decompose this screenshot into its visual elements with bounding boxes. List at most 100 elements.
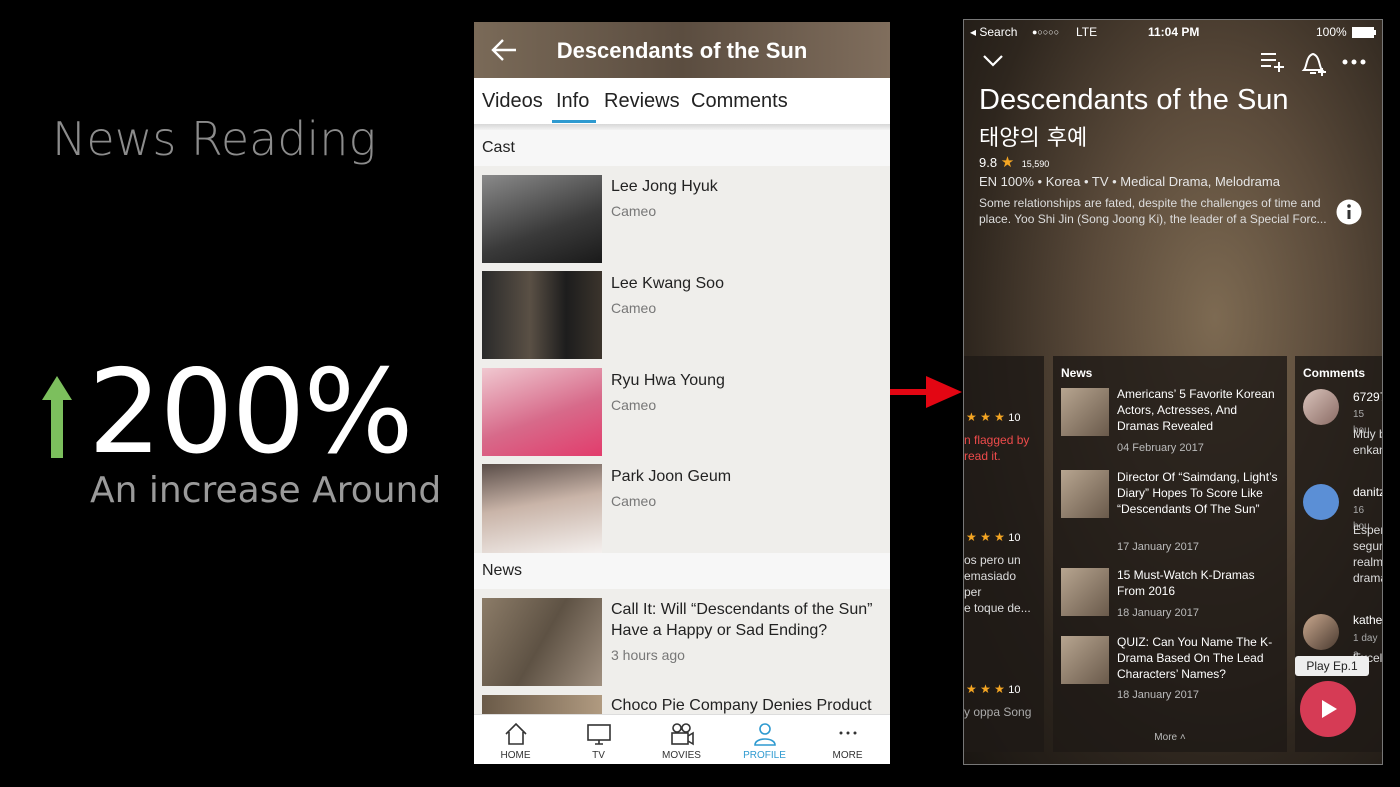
rating-value: 9.8	[979, 155, 998, 170]
collapse-chevron-icon[interactable]	[982, 54, 1004, 68]
news-thumb	[1061, 388, 1109, 436]
add-to-list-icon[interactable]	[1260, 50, 1286, 72]
new-app-screen: ◂ Search ●○○○○ LTE 11:04 PM 100% Descend…	[963, 19, 1383, 765]
play-episode-label: Play Ep.1	[1295, 656, 1369, 676]
show-title: Descendants of the Sun	[556, 38, 808, 63]
cast-role: Cameo	[611, 203, 657, 219]
news-time: 3 hours ago	[611, 647, 685, 663]
stat-caption: An increase Around	[90, 470, 442, 511]
battery-icon	[1352, 27, 1376, 38]
home-icon	[505, 722, 527, 745]
news-date: 18 January 2017	[1117, 689, 1199, 701]
review-stars: ★ ★ ★ 10	[966, 530, 1021, 544]
tab-info[interactable]: Info	[556, 90, 589, 113]
comments-card-header: Comments	[1303, 366, 1366, 380]
cast-name: Ryu Hwa Young	[611, 372, 725, 389]
profile-icon	[754, 723, 776, 746]
rating: 9.8 ★ 15,590	[979, 153, 1049, 171]
signal-strength: ●○○○○	[1032, 27, 1060, 37]
nav-profile[interactable]: PROFILE	[723, 715, 806, 764]
cast-photo	[482, 464, 602, 553]
cast-photo	[482, 175, 602, 263]
news-title: 15 Must-Watch K-Dramas From 2016	[1117, 568, 1255, 598]
nav-more[interactable]: MORE	[806, 715, 889, 764]
more-news-link[interactable]: More ˄	[1053, 732, 1287, 743]
avatar	[1303, 484, 1339, 520]
tab-videos[interactable]: Videos	[482, 90, 543, 113]
cast-photo	[482, 368, 602, 456]
movies-icon	[671, 723, 694, 746]
arrow-up-icon	[42, 376, 72, 458]
news-date: 17 January 2017	[1117, 541, 1199, 553]
news-thumb	[482, 598, 602, 686]
nav-home[interactable]: HOME	[474, 715, 557, 764]
review-text: os pero un emasiado per e toque de...	[964, 553, 1031, 615]
notify-bell-icon[interactable]	[1300, 48, 1328, 78]
nav-tv[interactable]: TV	[557, 715, 640, 764]
clock: 11:04 PM	[1148, 25, 1200, 39]
news-card: News Americans’ 5 Favorite Korean Actors…	[1053, 356, 1287, 752]
tab-comments[interactable]: Comments	[691, 90, 788, 113]
old-app-screen: Descendants of the Sun Videos Info Revie…	[474, 22, 890, 764]
comment-text: Muy b enkan	[1353, 427, 1383, 457]
play-icon	[1322, 700, 1337, 718]
news-list: Call It: Will “Descendants of the Sun” H…	[474, 589, 890, 715]
cast-role: Cameo	[611, 300, 657, 316]
tab-reviews[interactable]: Reviews	[604, 90, 680, 113]
news-section-header: News	[474, 553, 890, 589]
review-text: n flagged by read it.	[964, 433, 1030, 463]
show-meta: EN 100% • Korea • TV • Medical Drama, Me…	[979, 174, 1280, 189]
news-thumb	[1061, 636, 1109, 684]
review-text: y oppa Song	[964, 705, 1032, 719]
cast-name: Lee Jong Hyuk	[611, 178, 718, 195]
reviews-card[interactable]: ★ ★ ★ 10 n flagged by read it. ★ ★ ★ 10 …	[964, 356, 1044, 752]
tab-bar: Videos Info Reviews Comments	[474, 78, 890, 124]
review-stars: ★ ★ ★ 10	[966, 410, 1021, 424]
network-type: LTE	[1076, 25, 1098, 39]
status-bar: ◂ Search ●○○○○ LTE 11:04 PM 100%	[964, 20, 1382, 42]
comment-user: danitz	[1353, 485, 1383, 499]
more-options-icon[interactable]	[1342, 58, 1366, 66]
tv-icon	[587, 724, 611, 745]
more-icon	[839, 731, 857, 735]
slide-heading: News Reading	[52, 112, 377, 166]
play-button[interactable]	[1300, 681, 1356, 737]
news-thumb	[1061, 568, 1109, 616]
comment-user: kathe	[1353, 613, 1383, 627]
cast-name: Lee Kwang Soo	[611, 275, 724, 292]
news-title: Americans’ 5 Favorite Korean Actors, Act…	[1117, 387, 1275, 433]
cast-name: Park Joon Geum	[611, 468, 732, 485]
battery-level: 100%	[1316, 25, 1347, 39]
news-title: Call It: Will “Descendants of the Sun” H…	[611, 601, 873, 639]
comment-user: 67297	[1353, 390, 1382, 404]
news-title: Director Of “Saimdang, Light’s Diary” Ho…	[1117, 470, 1278, 516]
app-header: Descendants of the Sun	[474, 22, 890, 78]
news-card-header: News	[1061, 366, 1093, 380]
avatar	[1303, 614, 1339, 650]
news-date: 18 January 2017	[1117, 607, 1199, 619]
info-icon[interactable]	[1336, 199, 1362, 225]
review-stars: ★ ★ ★ 10	[966, 682, 1021, 696]
back-to-search[interactable]: ◂ Search	[970, 25, 1017, 39]
show-title: Descendants of the Sun	[979, 84, 1289, 116]
nav-movies[interactable]: MOVIES	[640, 715, 723, 764]
cast-section-header: Cast	[474, 130, 890, 166]
news-thumb	[1061, 470, 1109, 518]
news-title: QUIZ: Can You Name The K-Drama Based On …	[1117, 635, 1273, 681]
arrow-right-icon	[890, 376, 962, 408]
bottom-nav: HOME TV MOVIES PROFILE MORE	[474, 714, 890, 764]
cast-role: Cameo	[611, 493, 657, 509]
stat-value: 200%	[88, 345, 414, 480]
cast-photo	[482, 271, 602, 359]
cast-list: Lee Jong Hyuk Cameo Lee Kwang Soo Cameo …	[474, 166, 890, 553]
news-title: Choco Pie Company Denies Product	[611, 697, 872, 714]
news-date: 04 February 2017	[1117, 442, 1204, 454]
news-thumb	[482, 695, 602, 715]
comment-text: Esper segur realm drama	[1353, 523, 1383, 585]
korean-title: 태양의 후예	[979, 126, 1088, 151]
show-description: Some relationships are fated, despite th…	[979, 196, 1327, 226]
active-tab-indicator	[552, 120, 596, 123]
rating-count: 15,590	[1021, 159, 1050, 169]
star-icon: ★	[1000, 154, 1015, 171]
cast-role: Cameo	[611, 397, 657, 413]
